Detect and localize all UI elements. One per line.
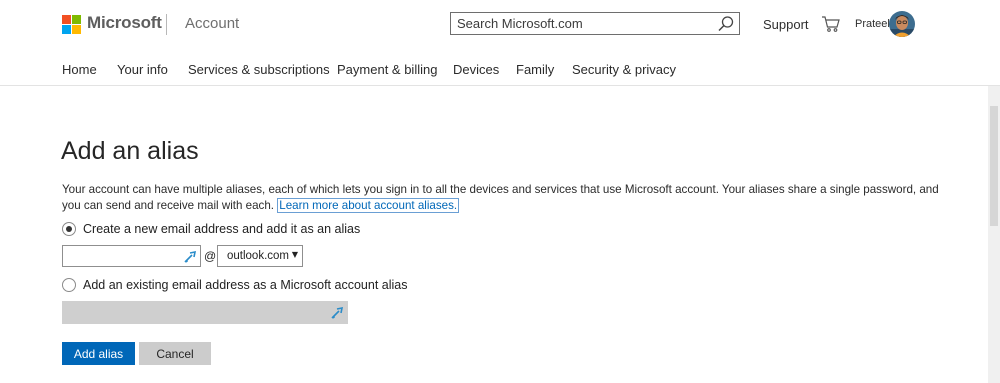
nav-item-devices[interactable]: Devices xyxy=(453,62,499,77)
new-alias-input[interactable] xyxy=(63,247,183,267)
new-alias-field xyxy=(62,245,201,267)
option-new-email[interactable]: Create a new email address and add it as… xyxy=(62,221,360,237)
cancel-button[interactable]: Cancel xyxy=(139,342,211,365)
add-alias-button[interactable]: Add alias xyxy=(62,342,135,365)
alias-description: Your account can have multiple aliases, … xyxy=(62,182,942,214)
main-nav: Home Your info Services & subscriptions … xyxy=(0,48,1000,86)
description-text: Your account can have multiple aliases, … xyxy=(62,183,939,212)
nav-item-your-info[interactable]: Your info xyxy=(117,62,168,77)
search-box xyxy=(450,12,740,35)
brand-name[interactable]: Microsoft xyxy=(87,13,162,33)
avatar[interactable] xyxy=(889,11,915,37)
logo-square-blue xyxy=(62,25,71,34)
nav-item-family[interactable]: Family xyxy=(516,62,554,77)
microsoft-logo-icon[interactable] xyxy=(62,15,82,35)
section-title[interactable]: Account xyxy=(185,15,239,32)
header-divider xyxy=(166,14,167,35)
radio-new-email[interactable] xyxy=(62,222,76,236)
domain-select[interactable]: outlook.com ▼ xyxy=(217,245,303,267)
header: Microsoft Account Support Prateek xyxy=(0,0,1000,48)
logo-square-green xyxy=(72,15,81,24)
nav-item-services-subscriptions[interactable]: Services & subscriptions xyxy=(188,62,330,77)
radio-new-email-label[interactable]: Create a new email address and add it as… xyxy=(83,222,360,236)
password-manager-key-icon[interactable] xyxy=(183,249,197,263)
chevron-down-icon: ▼ xyxy=(291,250,298,259)
learn-more-link[interactable]: Learn more about account aliases. xyxy=(277,198,460,213)
user-name[interactable]: Prateek xyxy=(855,18,893,30)
page-title: Add an alias xyxy=(61,137,199,165)
nav-item-security-privacy[interactable]: Security & privacy xyxy=(572,62,676,77)
radio-existing-email-label[interactable]: Add an existing email address as a Micro… xyxy=(83,278,407,292)
nav-item-payment-billing[interactable]: Payment & billing xyxy=(337,62,437,77)
password-manager-key-icon[interactable] xyxy=(330,305,344,319)
support-link[interactable]: Support xyxy=(763,17,809,32)
search-input[interactable] xyxy=(451,13,709,34)
radio-existing-email[interactable] xyxy=(62,278,76,292)
at-sign: @ xyxy=(204,249,217,263)
existing-email-field xyxy=(62,301,348,324)
shopping-cart-icon[interactable] xyxy=(821,14,841,34)
vertical-scrollbar[interactable] xyxy=(988,86,1000,383)
domain-select-value: outlook.com xyxy=(227,250,290,262)
logo-square-yellow xyxy=(72,25,81,34)
scrollbar-thumb[interactable] xyxy=(990,106,998,226)
option-existing-email[interactable]: Add an existing email address as a Micro… xyxy=(62,277,407,293)
existing-email-input[interactable] xyxy=(62,301,322,324)
nav-item-home[interactable]: Home xyxy=(62,62,97,77)
search-icon[interactable] xyxy=(717,15,735,33)
logo-square-red xyxy=(62,15,71,24)
